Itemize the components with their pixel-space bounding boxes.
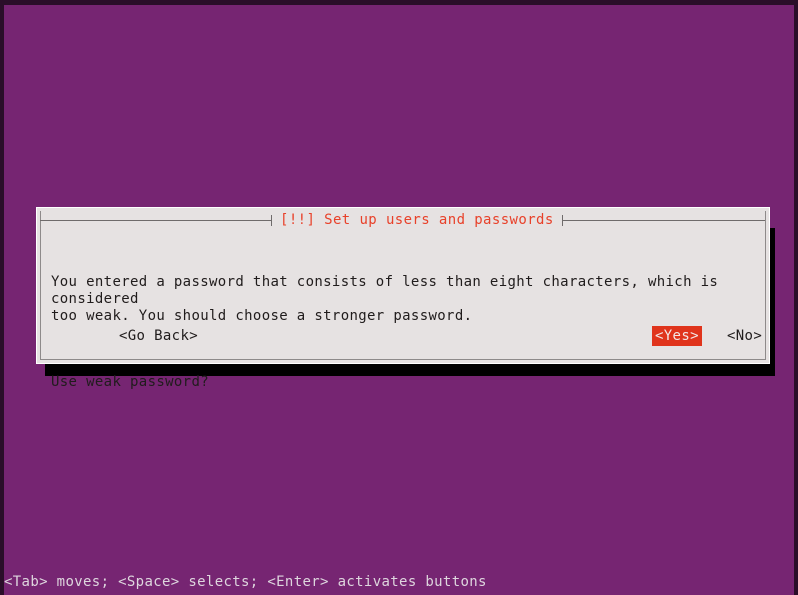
go-back-button[interactable]: <Go Back> xyxy=(116,326,201,346)
screen-right-border xyxy=(794,0,798,595)
screen-left-border xyxy=(0,0,4,595)
keyboard-hint-bar: <Tab> moves; <Space> selects; <Enter> ac… xyxy=(4,574,487,590)
screen-top-border xyxy=(0,0,798,5)
dialog-button-row: <Go Back> <Yes> <No> xyxy=(37,326,769,346)
dialog-title-bar: [!!] Set up users and passwords xyxy=(40,211,766,229)
yes-button[interactable]: <Yes> xyxy=(652,326,702,346)
installer-screen: [!!] Set up users and passwords You ente… xyxy=(0,0,798,595)
title-rule-left xyxy=(40,219,271,221)
warning-paragraph: You entered a password that consists of … xyxy=(51,274,719,324)
no-button[interactable]: <No> xyxy=(724,326,765,346)
dialog-title: [!!] Set up users and passwords xyxy=(280,212,554,228)
title-rule-right xyxy=(562,219,765,221)
question-paragraph: Use weak password? xyxy=(51,374,210,390)
set-up-users-and-passwords-dialog: [!!] Set up users and passwords You ente… xyxy=(36,207,770,390)
